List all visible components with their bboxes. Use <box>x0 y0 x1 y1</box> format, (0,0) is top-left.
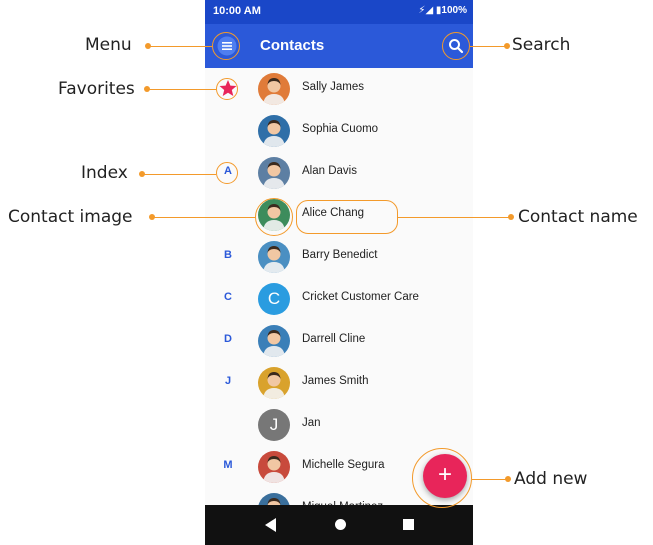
person-photo-icon <box>263 246 285 273</box>
leader-add-new <box>472 479 508 480</box>
avatar: J <box>258 409 290 441</box>
avatar <box>258 367 290 399</box>
leader-contact-name <box>398 217 511 218</box>
leader-index <box>142 174 216 175</box>
callout-index: Index <box>81 163 128 183</box>
contact-name: Sophia Cuomo <box>302 123 379 135</box>
list-item[interactable]: Sally James <box>205 68 473 110</box>
leader-menu <box>148 46 212 47</box>
contact-name: Barry Benedict <box>302 249 378 261</box>
list-item[interactable]: J Jan <box>205 404 473 446</box>
index-letter: C <box>224 291 232 303</box>
person-photo-icon <box>263 120 285 147</box>
list-item[interactable]: C C Cricket Customer Care <box>205 278 473 320</box>
person-photo-icon <box>263 204 285 231</box>
leader-search <box>470 46 507 47</box>
avatar <box>258 157 290 189</box>
menu-button[interactable] <box>214 33 240 59</box>
avatar <box>258 493 290 505</box>
contact-name: James Smith <box>302 375 369 387</box>
search-button[interactable] <box>443 33 469 59</box>
status-bar: 10:00 AM ⚡◢ ▮100% <box>205 0 473 24</box>
dot-contact-name <box>508 214 514 220</box>
avatar <box>258 199 290 231</box>
avatar <box>258 73 290 105</box>
avatar <box>258 325 290 357</box>
callout-search: Search <box>512 35 571 55</box>
avatar <box>258 451 290 483</box>
contact-name: Alan Davis <box>302 165 357 177</box>
contact-name: Darrell Cline <box>302 333 366 345</box>
list-item[interactable]: A Alan Davis <box>205 152 473 194</box>
dot-menu <box>145 43 151 49</box>
contact-name: Michelle Segura <box>302 459 385 471</box>
status-time: 10:00 AM <box>213 5 261 17</box>
index-letter: J <box>224 375 232 387</box>
leader-contact-image <box>152 217 255 218</box>
add-contact-button[interactable]: + <box>423 454 467 498</box>
index-letter: D <box>224 333 232 345</box>
avatar-initial: C <box>267 289 281 308</box>
dot-index <box>139 171 145 177</box>
contact-list: Sally James Sophia Cuomo A Alan Davis Alice … <box>205 68 473 505</box>
list-item[interactable]: B Barry Benedict <box>205 236 473 278</box>
avatar-initial: J <box>269 415 279 434</box>
index-letter: M <box>223 459 233 471</box>
hamburger-menu-icon <box>217 36 237 56</box>
back-icon[interactable] <box>265 518 276 532</box>
contact-name: Jan <box>302 417 321 429</box>
callout-add-new: Add new <box>514 469 588 489</box>
avatar <box>258 241 290 273</box>
dot-contact-image <box>149 214 155 220</box>
recents-icon[interactable] <box>403 519 414 530</box>
avatar <box>258 115 290 147</box>
callout-contact-image: Contact image <box>8 207 133 227</box>
list-item[interactable]: J James Smith <box>205 362 473 404</box>
contact-name: Alice Chang <box>302 207 365 219</box>
home-icon[interactable] <box>335 519 346 530</box>
person-photo-icon <box>267 498 281 505</box>
person-photo-icon <box>263 78 285 105</box>
person-photo-icon <box>263 162 285 189</box>
page-title: Contacts <box>260 37 325 54</box>
person-photo-icon <box>263 456 285 483</box>
phone-screen: 10:00 AM ⚡◢ ▮100% Contacts Sally James So… <box>205 0 473 545</box>
callout-favorites: Favorites <box>58 79 135 99</box>
contact-name: Cricket Customer Care <box>302 291 419 303</box>
list-item[interactable]: D Darrell Cline <box>205 320 473 362</box>
app-bar: Contacts <box>205 24 473 68</box>
navigation-bar <box>205 505 473 545</box>
callout-menu: Menu <box>85 35 132 55</box>
person-photo-icon <box>263 330 285 357</box>
index-letter: A <box>224 165 232 177</box>
callout-contact-name: Contact name <box>518 207 638 227</box>
avatar: C <box>258 283 290 315</box>
dot-favorites <box>144 86 150 92</box>
status-icons: ⚡◢ ▮100% <box>418 5 467 16</box>
magnifier-icon <box>449 39 464 54</box>
star-icon <box>219 80 237 96</box>
list-item[interactable]: Alice Chang <box>205 194 473 236</box>
leader-favorites <box>147 89 216 90</box>
dot-search <box>504 43 510 49</box>
person-photo-icon <box>263 372 285 399</box>
index-letter: B <box>224 249 232 261</box>
contact-name: Sally James <box>302 81 364 93</box>
list-item[interactable]: Sophia Cuomo <box>205 110 473 152</box>
dot-add-new <box>505 476 511 482</box>
